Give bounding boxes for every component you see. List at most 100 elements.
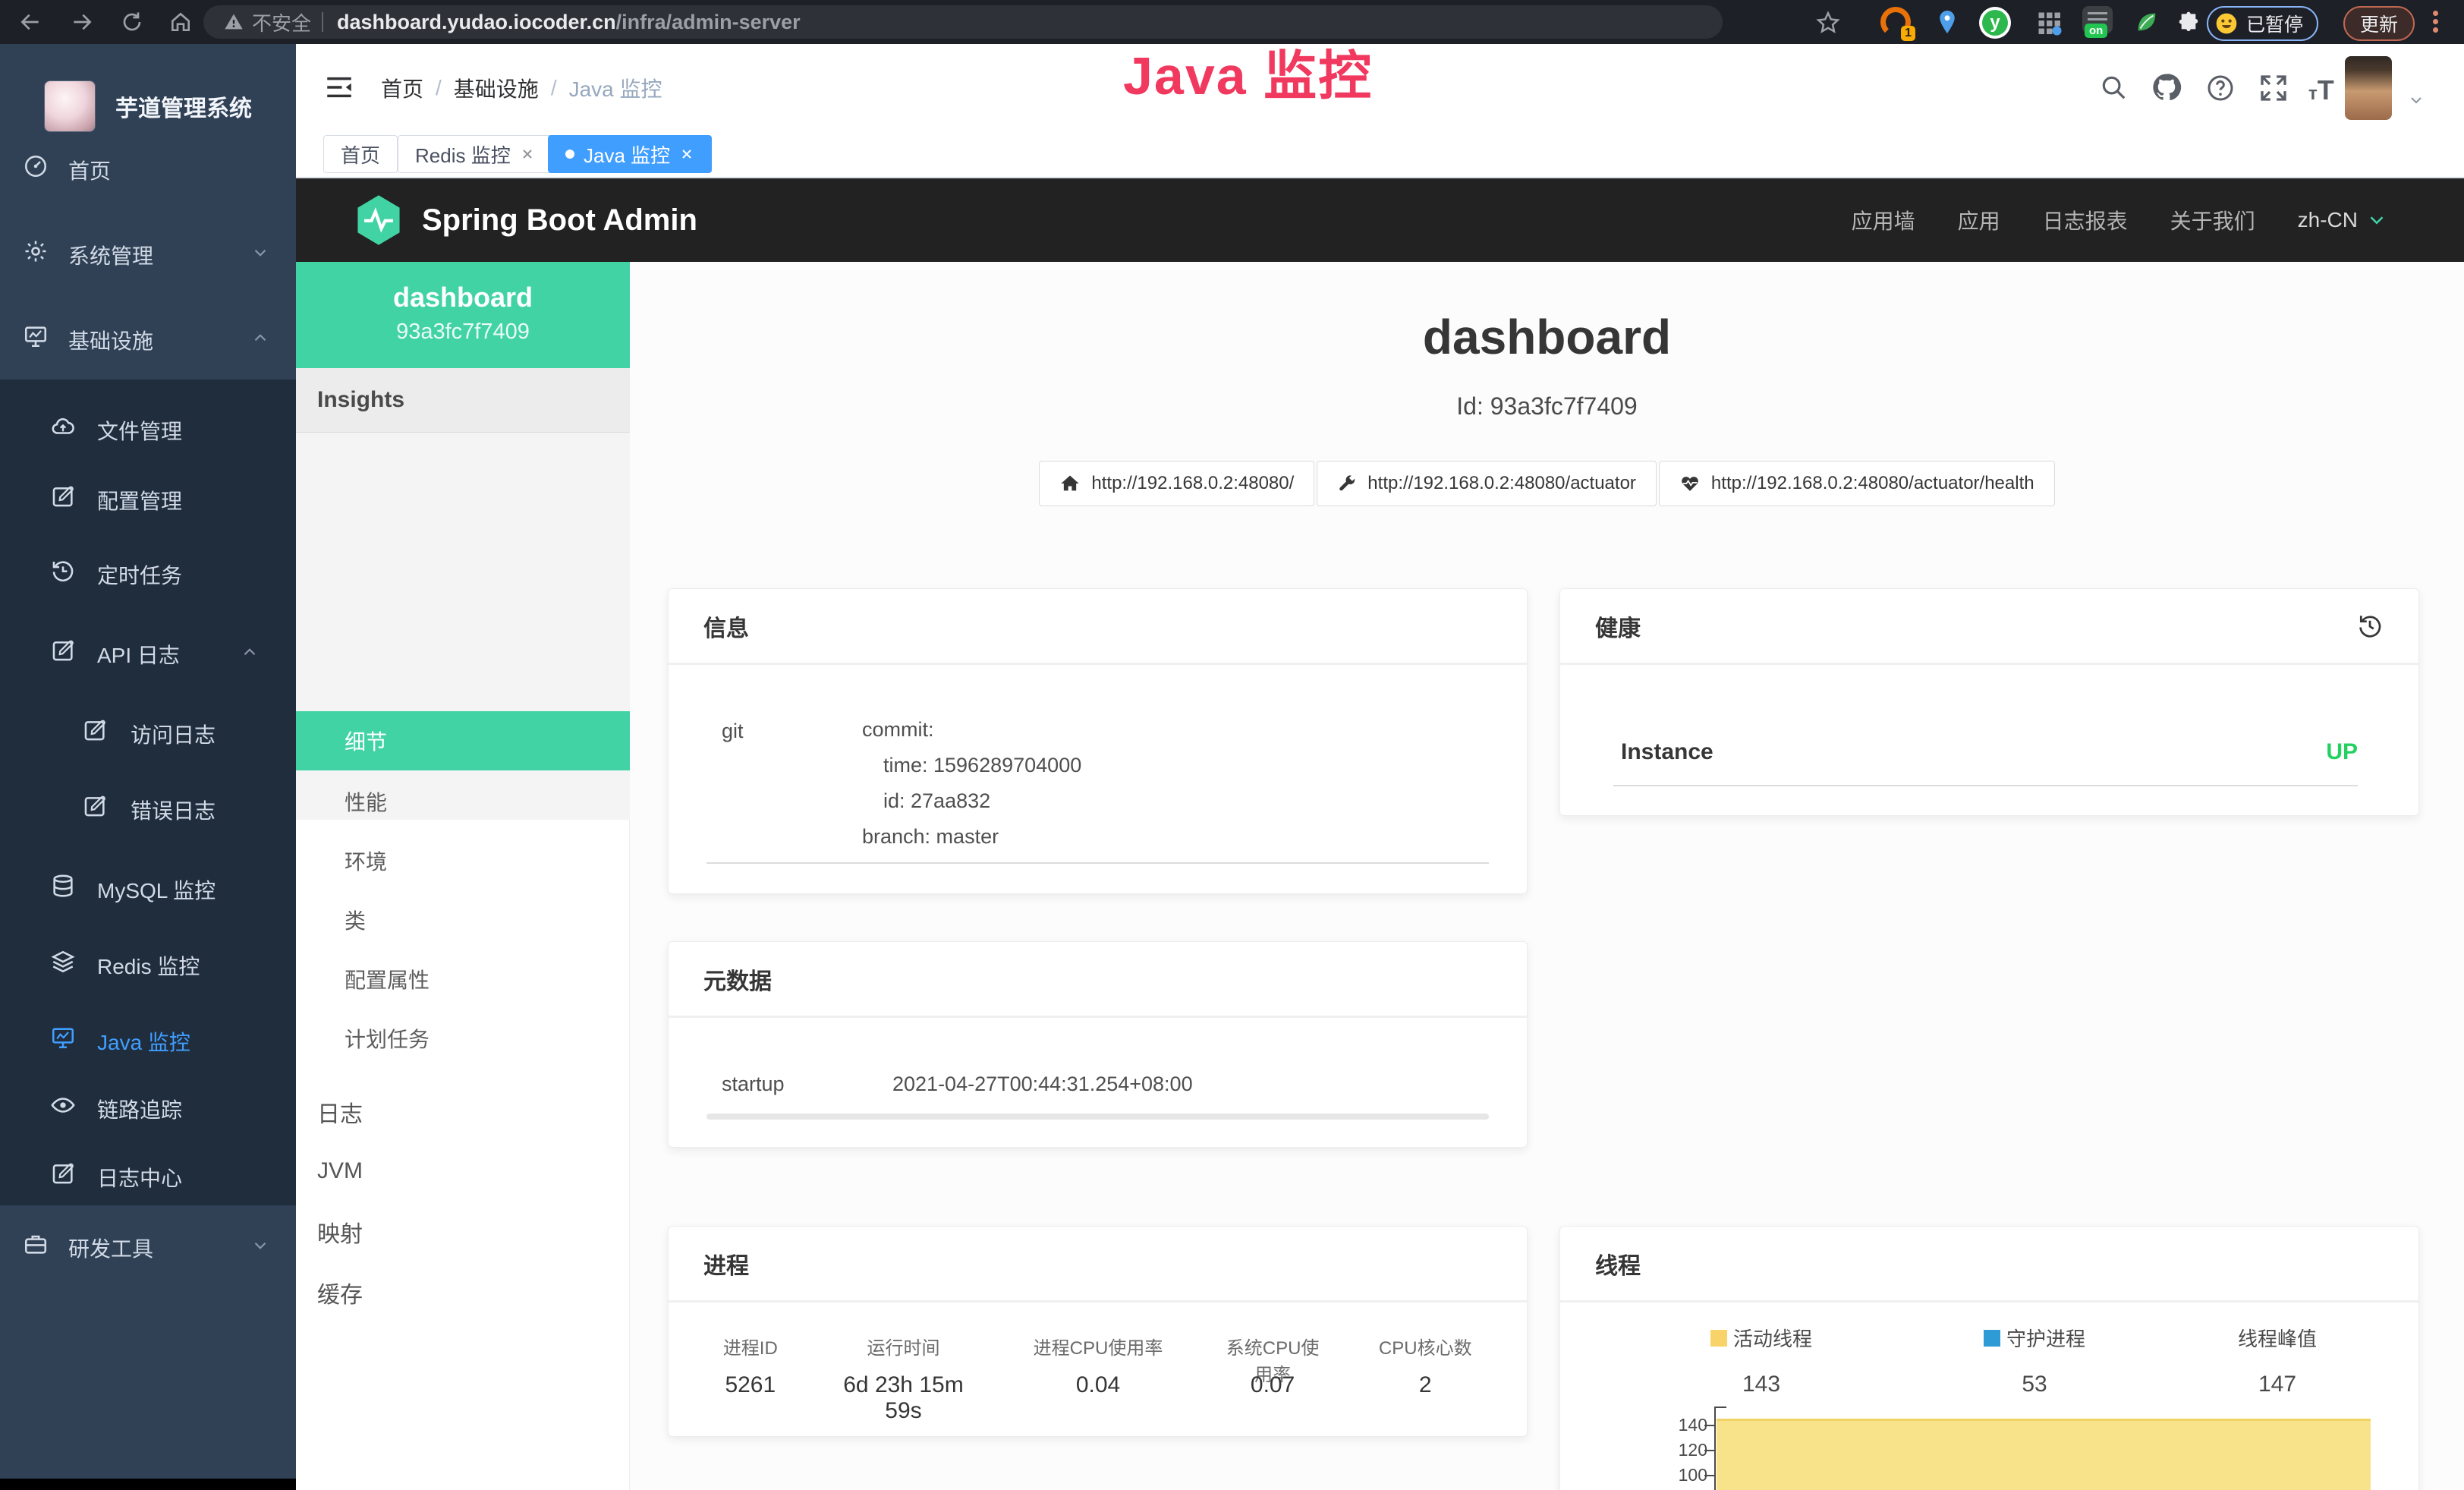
grid-extension-icon[interactable] (2035, 9, 2063, 36)
tab-label: Redis 监控 (415, 140, 511, 169)
sidebar-item-trace[interactable]: 链路追踪 (0, 1068, 296, 1144)
breadcrumb: 首页 / 基础设施 / Java 监控 (381, 73, 662, 103)
sidebar-item-redis[interactable]: Redis 监控 (0, 925, 296, 1000)
health-url-button[interactable]: http://192.168.0.2:48080/actuator/health (1659, 461, 2055, 506)
sba-item-environment[interactable]: 环境 (296, 831, 630, 890)
update-button[interactable]: 更新 (2343, 6, 2415, 41)
sba-item-classes[interactable]: 类 (296, 890, 630, 950)
sba-sidebar: dashboard 93a3fc7f7409 Insights 细节 性能 环境… (296, 262, 630, 1490)
sidebar-item-label: 链路追踪 (97, 1094, 182, 1124)
sidebar-item-api-log[interactable]: API 日志 (0, 613, 296, 689)
sidebar-item-java[interactable]: Java 监控 (0, 1000, 296, 1076)
on-extension-icon[interactable]: on (2082, 6, 2113, 33)
font-size-icon[interactable]: тT (2308, 74, 2334, 106)
home-icon[interactable] (168, 10, 193, 34)
page-tab-bar: 首页 Redis 监控 Java 监控 (296, 129, 2464, 178)
app-title: 芋道管理系统 (115, 90, 252, 123)
browser-menu-icon[interactable] (2433, 8, 2438, 36)
breadcrumb-current: Java 监控 (569, 73, 662, 103)
breadcrumb-infra[interactable]: 基础设施 (454, 73, 539, 103)
sba-nav-wall[interactable]: 应用墙 (1852, 205, 1915, 235)
tab-java[interactable]: Java 监控 (548, 135, 712, 173)
sidebar-item-label: 基础设施 (68, 325, 153, 355)
sba-item-jvm[interactable]: JVM (296, 1141, 630, 1202)
sba-brand[interactable]: Spring Boot Admin (355, 194, 697, 247)
service-url-button[interactable]: http://192.168.0.2:48080/ (1039, 461, 1314, 506)
tab-redis[interactable]: Redis 监控 (398, 135, 552, 173)
user-avatar[interactable] (2345, 56, 2392, 120)
sidebar-item-home[interactable]: 首页 (0, 129, 296, 205)
forward-icon[interactable] (70, 10, 94, 34)
avatar-caret-icon[interactable] (2407, 91, 2425, 109)
sba-item-metrics[interactable]: 性能 (296, 772, 630, 831)
search-icon[interactable] (2099, 73, 2128, 102)
bookmark-star-icon[interactable] (1815, 10, 1841, 36)
history-icon[interactable] (2356, 613, 2384, 640)
extensions-puzzle-icon[interactable] (2176, 10, 2201, 34)
sba-item-config-props[interactable]: 配置属性 (296, 950, 630, 1009)
sidebar-item-file[interactable]: 文件管理 (0, 389, 296, 465)
chevron-down-icon (250, 1236, 270, 1255)
paused-badge[interactable]: 已暂停 (2207, 6, 2318, 41)
sba-item-scheduled-tasks[interactable]: 计划任务 (296, 1009, 630, 1068)
github-icon[interactable] (2151, 71, 2182, 103)
sidebar-item-label: Redis 监控 (97, 950, 200, 981)
sba-instance-header[interactable]: dashboard 93a3fc7f7409 (296, 262, 630, 368)
legend-peak-threads: 线程峰值 147 (2163, 1324, 2391, 1397)
hamburger-icon[interactable] (323, 71, 355, 103)
reload-icon[interactable] (120, 10, 144, 34)
leaf-extension-icon[interactable] (2134, 9, 2160, 35)
actuator-url-button[interactable]: http://192.168.0.2:48080/actuator (1317, 461, 1657, 506)
sidebar-item-config[interactable]: 配置管理 (0, 459, 296, 535)
git-id-line: id: 27aa832 (862, 783, 1081, 819)
sidebar-item-infra[interactable]: 基础设施 (0, 299, 296, 375)
sidebar-item-dev-tools[interactable]: 研发工具 (0, 1207, 296, 1283)
sba-item-logs[interactable]: 日志 (296, 1082, 630, 1142)
sba-nav: 应用墙 应用 日志报表 关于我们 zh-CN (1852, 178, 2388, 262)
sidebar-item-error-log[interactable]: 错误日志 (0, 769, 296, 845)
fullscreen-icon[interactable] (2258, 73, 2289, 103)
tab-home[interactable]: 首页 (323, 135, 398, 173)
pin-extension-icon[interactable] (1934, 8, 1961, 36)
breadcrumb-home[interactable]: 首页 (381, 73, 423, 103)
help-icon[interactable] (2205, 73, 2236, 103)
sba-locale-select[interactable]: zh-CN (2298, 208, 2388, 232)
sidebar-item-access-log[interactable]: 访问日志 (0, 693, 296, 769)
page-title: dashboard (630, 309, 2464, 365)
app-header: 首页 / 基础设施 / Java 监控 тT (296, 44, 2464, 129)
page-subtitle: Id: 93a3fc7f7409 (630, 392, 2464, 421)
sidebar-item-log-center[interactable]: 日志中心 (0, 1136, 296, 1212)
sidebar-item-label: Java 监控 (97, 1026, 190, 1057)
edit-icon (50, 638, 76, 663)
metadata-value: 2021-04-27T00:44:31.254+08:00 (892, 1073, 1193, 1096)
sba-item-caches[interactable]: 缓存 (296, 1262, 630, 1323)
close-icon[interactable] (520, 146, 535, 162)
sba-item-mappings[interactable]: 映射 (296, 1202, 630, 1262)
close-icon[interactable] (679, 146, 694, 162)
annotation-java-monitor: Java 监控 (1123, 33, 1373, 110)
info-key-git: git (722, 720, 744, 743)
y-extension-icon[interactable]: y (1979, 7, 2011, 39)
edit-icon (82, 793, 108, 819)
sba-brand-label: Spring Boot Admin (422, 203, 697, 238)
sidebar-item-job[interactable]: 定时任务 (0, 534, 296, 610)
health-card-title: 健康 (1595, 610, 1641, 643)
address-bar[interactable]: 不安全 dashboard.yudao.iocoder.cn/infra/adm… (203, 5, 1723, 39)
sidebar-item-system[interactable]: 系统管理 (0, 214, 296, 290)
sba-nav-journal[interactable]: 日志报表 (2043, 205, 2128, 235)
process-card: 进程 进程ID 运行时间 进程CPU使用率 系统CPU使用率 CPU核心数 52… (668, 1226, 1528, 1437)
sidebar-item-label: API 日志 (97, 639, 180, 669)
sidebar-item-label: 定时任务 (97, 559, 182, 590)
val-process-cpu: 0.04 (974, 1372, 1221, 1424)
back-icon[interactable] (18, 10, 42, 34)
sba-item-details[interactable]: 细节 (296, 711, 630, 770)
sidebar-item-mysql[interactable]: MySQL 监控 (0, 849, 296, 925)
extension-orange-icon[interactable]: 1 (1880, 7, 1911, 37)
chevron-down-icon (2365, 209, 2388, 232)
y-tick-120: 120 (1650, 1440, 1707, 1460)
timer-icon (50, 558, 76, 584)
sba-nav-applications[interactable]: 应用 (1958, 205, 2000, 235)
sidebar-item-label: 访问日志 (131, 719, 216, 749)
sba-nav-about[interactable]: 关于我们 (2170, 205, 2255, 235)
threads-area-chart (1717, 1419, 2371, 1490)
